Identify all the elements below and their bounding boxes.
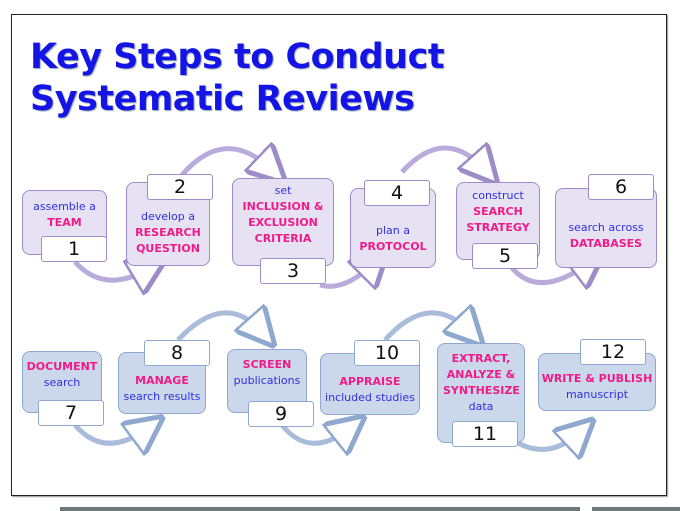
step-6-keyword: DATABASES xyxy=(569,237,643,250)
arrow-9-10 xyxy=(280,425,350,443)
step-7-text: search xyxy=(43,376,81,389)
step-1-keyword: TEAM xyxy=(47,215,82,229)
step-10-text: included studies xyxy=(325,391,415,404)
arrow-4-5 xyxy=(400,148,485,172)
step-2-text: develop a xyxy=(140,210,196,223)
step-12-number: 12 xyxy=(580,339,646,365)
arrow-10-11 xyxy=(383,313,470,340)
step-8-text: search results xyxy=(123,390,201,403)
step-4-keyword: PROTOCOL xyxy=(359,240,427,253)
step-10-number: 10 xyxy=(354,340,420,366)
step-1-number: 1 xyxy=(41,236,107,262)
step-5-number: 5 xyxy=(472,243,538,269)
step-4-number: 4 xyxy=(364,180,430,206)
step-5-keyword: SEARCH STRATEGY xyxy=(466,205,530,234)
step-2-keyword: RESEARCH QUESTION xyxy=(135,226,201,255)
step-11-number: 11 xyxy=(452,421,518,447)
bottom-edge-bar-right xyxy=(592,507,680,511)
step-9-text: publications xyxy=(233,374,301,387)
step-12-text: manuscript xyxy=(565,388,629,401)
step-12-keyword: WRITE & PUBLISH xyxy=(541,372,653,385)
step-11-text: data xyxy=(468,400,494,413)
step-3-text: set xyxy=(274,184,292,197)
step-4-text: plan a xyxy=(376,224,410,237)
arrow-7-8 xyxy=(73,425,148,443)
step-6-text: search across xyxy=(568,221,644,234)
step-3-keyword: INCLUSION & EXCLUSION CRITERIA xyxy=(242,200,324,245)
step-10-keyword: APPRAISE xyxy=(339,375,401,388)
step-9-number: 9 xyxy=(248,401,314,427)
step-3-number: 3 xyxy=(260,258,326,284)
step-8-keyword: MANAGE xyxy=(135,374,189,387)
step-11-keyword: EXTRACT, ANALYZE & SYNTHESIZE xyxy=(443,352,520,397)
step-3: set INCLUSION & EXCLUSION CRITERIA xyxy=(232,178,334,266)
step-6: search across DATABASES xyxy=(555,188,657,268)
step-1-text: assemble a xyxy=(33,199,96,213)
bottom-edge-bar xyxy=(60,507,580,511)
arrow-8-9 xyxy=(176,313,262,340)
step-9-keyword: SCREEN xyxy=(242,358,292,371)
step-2-number: 2 xyxy=(147,174,213,200)
step-6-number: 6 xyxy=(588,174,654,200)
arrow-11-12 xyxy=(516,432,580,449)
arrow-2-3 xyxy=(180,149,272,175)
step-7-keyword: DOCUMENT xyxy=(26,360,98,373)
step-7-number: 7 xyxy=(38,400,104,426)
step-8-number: 8 xyxy=(144,340,210,366)
step-5-text: construct xyxy=(472,189,524,202)
